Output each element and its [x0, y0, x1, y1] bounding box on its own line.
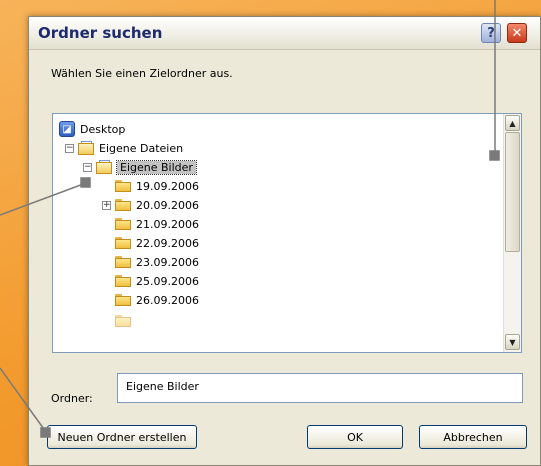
my-pictures-icon	[96, 159, 112, 175]
tree-item-label: 22.09.2006	[136, 236, 199, 250]
chevron-up-icon: ▲	[509, 118, 516, 128]
tree-item-folder-partial[interactable]	[115, 312, 136, 330]
help-icon: ?	[487, 25, 495, 41]
folder-icon	[115, 180, 131, 192]
tree-item-label: Desktop	[80, 122, 126, 136]
collapse-icon[interactable]: −	[65, 143, 74, 153]
title-bar[interactable]: Ordner suchen ? ✕	[29, 17, 540, 50]
tree-item-folder[interactable]: 22.09.2006	[115, 234, 199, 252]
tree-item-folder[interactable]: 26.09.2006	[115, 291, 199, 309]
tree-item-label: 25.09.2006	[136, 274, 199, 288]
tree-item-folder[interactable]: 25.09.2006	[115, 272, 199, 290]
tree-item-my-pictures[interactable]: − Eigene Bilder	[83, 158, 197, 176]
scroll-up-button[interactable]: ▲	[505, 115, 520, 131]
chevron-down-icon: ▼	[509, 337, 516, 347]
new-folder-button[interactable]: Neuen Ordner erstellen	[47, 425, 197, 449]
scroll-down-button[interactable]: ▼	[505, 334, 520, 350]
folder-tree[interactable]: ◪ Desktop − Eigene Dateien − Eigene Bild…	[52, 113, 522, 353]
tree-item-folder[interactable]: 23.09.2006	[115, 253, 199, 271]
folder-field-label: Ordner:	[51, 392, 93, 405]
folder-icon	[115, 315, 131, 327]
tree-item-label: Eigene Dateien	[99, 141, 184, 155]
tree-item-label: 26.09.2006	[136, 293, 199, 307]
tree-item-label: 19.09.2006	[136, 179, 199, 193]
desktop-icon: ◪	[59, 121, 75, 137]
tree-item-my-documents[interactable]: − Eigene Dateien	[65, 139, 183, 157]
folder-icon	[115, 275, 131, 287]
folder-icon	[115, 199, 131, 211]
dialog-title: Ordner suchen	[38, 24, 163, 42]
tree-item-label: 23.09.2006	[136, 255, 199, 269]
tree-item-label: 20.09.2006	[136, 198, 199, 212]
scroll-thumb[interactable]	[505, 132, 520, 252]
tree-item-folder[interactable]: 21.09.2006	[115, 215, 199, 233]
ok-button[interactable]: OK	[307, 425, 403, 449]
close-icon: ✕	[511, 25, 523, 41]
tree-item-folder[interactable]: 19.09.2006	[115, 177, 199, 195]
vertical-scrollbar[interactable]: ▲ ▼	[503, 114, 521, 352]
expand-icon[interactable]: +	[102, 200, 111, 210]
browse-folder-dialog: Ordner suchen ? ✕ Wählen Sie einen Zielo…	[28, 16, 541, 466]
tree-item-label: 21.09.2006	[136, 217, 199, 231]
tree-item-label-selected: Eigene Bilder	[116, 159, 197, 175]
folder-icon	[115, 294, 131, 306]
instruction-text: Wählen Sie einen Zielordner aus.	[51, 67, 233, 80]
folder-icon	[115, 256, 131, 268]
tree-item-folder[interactable]: + 20.09.2006	[102, 196, 199, 214]
folder-field[interactable]: Eigene Bilder	[117, 373, 523, 403]
folder-icon	[115, 237, 131, 249]
collapse-icon[interactable]: −	[83, 162, 92, 172]
help-button[interactable]: ?	[481, 23, 501, 43]
tree-item-desktop[interactable]: ◪ Desktop	[59, 120, 125, 138]
cancel-button[interactable]: Abbrechen	[419, 425, 527, 449]
folder-icon	[115, 218, 131, 230]
my-documents-icon	[78, 140, 94, 156]
close-button[interactable]: ✕	[507, 23, 527, 43]
